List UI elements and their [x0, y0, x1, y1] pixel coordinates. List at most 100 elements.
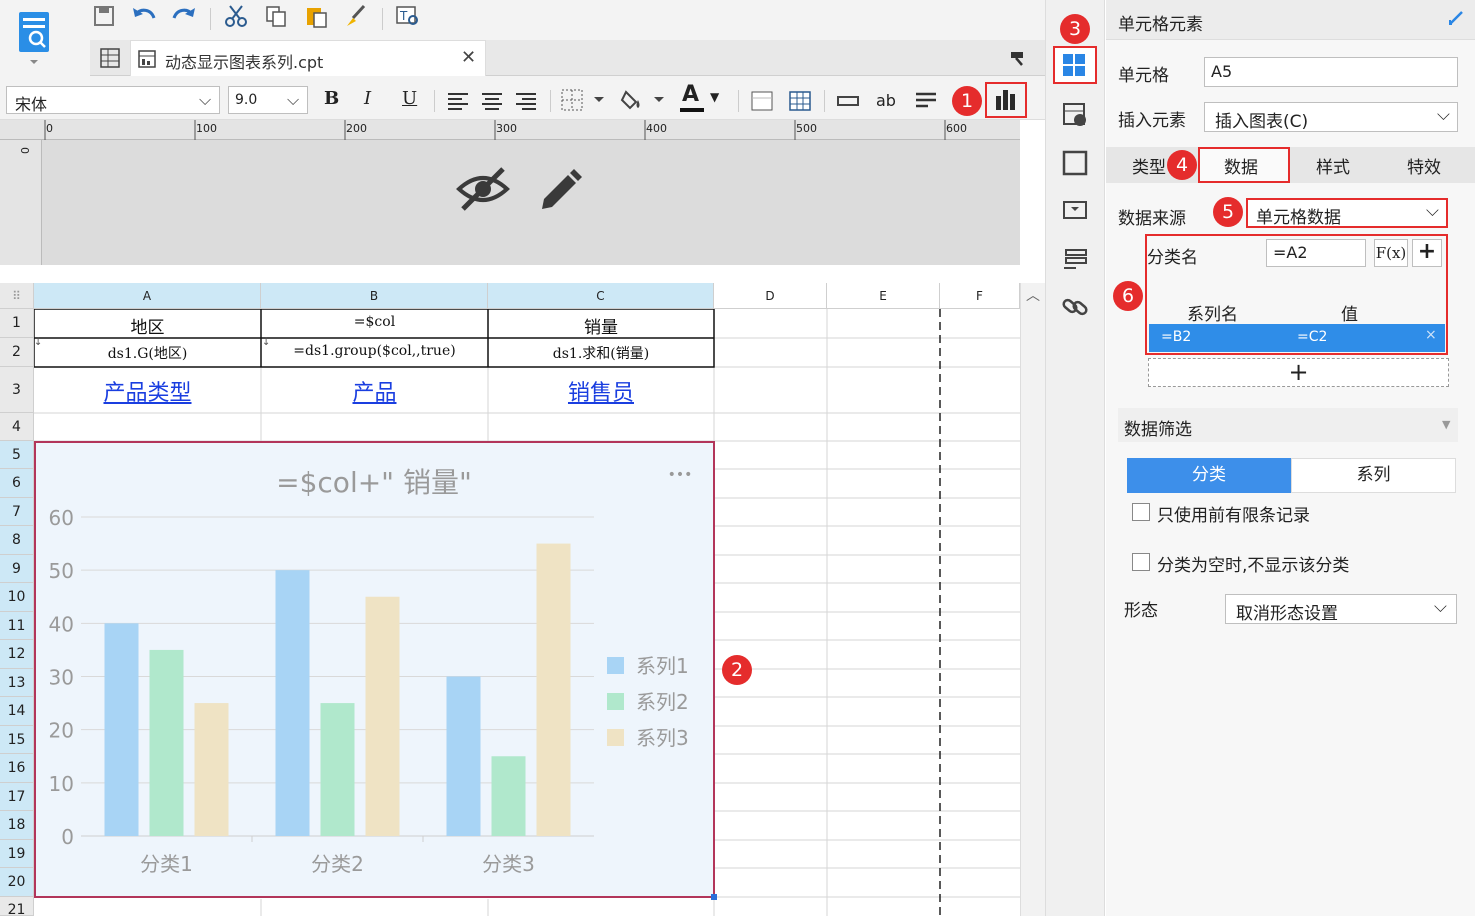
datasource-select[interactable]: 单元格数据 ⌵ — [1246, 198, 1448, 228]
bold-button[interactable]: B — [324, 88, 339, 109]
cell-a2[interactable]: ds1.G(地区) — [34, 343, 261, 363]
row-header[interactable]: 19 — [0, 840, 34, 868]
row-header[interactable]: 2 — [0, 338, 34, 367]
sheet-list-icon[interactable] — [98, 46, 124, 72]
row-header[interactable]: 20 — [0, 868, 34, 897]
textbox-icon[interactable] — [836, 92, 860, 110]
vertical-scrollbar[interactable]: ︿ — [1020, 283, 1045, 916]
category-input[interactable]: =A2 — [1266, 239, 1366, 267]
format-painter-icon[interactable] — [342, 4, 370, 32]
tab-type[interactable]: 类型 — [1132, 153, 1166, 178]
column-header-e[interactable]: E — [827, 283, 940, 309]
cut-icon[interactable] — [222, 4, 250, 32]
align-center-icon[interactable] — [480, 90, 506, 112]
column-header-f[interactable]: F — [940, 283, 1020, 309]
float-element-icon[interactable] — [1060, 148, 1090, 178]
condition-attributes-icon[interactable] — [1060, 244, 1090, 274]
cell-attributes-icon[interactable] — [1060, 100, 1090, 130]
cell-c1[interactable]: 销量 — [488, 313, 714, 338]
paste-icon[interactable] — [302, 4, 330, 32]
tab-data[interactable]: 数据 — [1198, 147, 1290, 183]
corner-select-all[interactable]: ⠿ — [0, 283, 34, 309]
row-header[interactable]: 6 — [0, 469, 34, 498]
copy-icon[interactable] — [262, 4, 290, 32]
cell-element-tab[interactable] — [1053, 46, 1097, 84]
row-header[interactable]: 17 — [0, 783, 34, 811]
redo-icon[interactable] — [170, 4, 198, 32]
form-select[interactable]: 取消形态设置 ⌵ — [1225, 594, 1457, 624]
column-header-a[interactable]: A — [34, 283, 261, 309]
row-header[interactable]: 14 — [0, 697, 34, 726]
table-icon[interactable] — [788, 90, 812, 112]
italic-button[interactable]: I — [364, 88, 371, 109]
border-icon[interactable] — [560, 88, 608, 112]
align-right-icon[interactable] — [514, 90, 540, 112]
underline-button[interactable]: U — [402, 88, 417, 109]
row-header[interactable]: 21 — [0, 897, 34, 918]
row-header[interactable]: 11 — [0, 612, 34, 640]
font-size-select[interactable]: 9.0 ⌵ — [228, 86, 308, 114]
row-header[interactable]: 13 — [0, 669, 34, 697]
hyperlink-product-type[interactable]: 产品类型 — [103, 381, 191, 406]
column-header-b[interactable]: B — [261, 283, 488, 309]
insert-chart-button[interactable] — [985, 82, 1027, 118]
hyperlink-product[interactable]: 产品 — [352, 381, 396, 406]
series-row-selected[interactable]: =B2 =C2 × — [1149, 324, 1445, 352]
row-header[interactable]: 3 — [0, 367, 34, 413]
limit-records-checkbox[interactable] — [1132, 503, 1150, 521]
bar-chart[interactable]: =$col+" 销量" ••• 0102030405060 分类1 分类2 分类3 … — [36, 443, 713, 896]
save-icon[interactable] — [90, 4, 118, 32]
column-header-c[interactable]: C — [488, 283, 714, 309]
row-header[interactable]: 1 — [0, 309, 34, 338]
tab-effects[interactable]: 特效 — [1407, 153, 1441, 178]
row-header[interactable]: 4 — [0, 413, 34, 441]
fill-color-icon[interactable] — [620, 86, 668, 114]
chart-resize-handle[interactable] — [711, 894, 717, 900]
cell-input[interactable]: A5 — [1204, 57, 1458, 87]
row-header[interactable]: 10 — [0, 583, 34, 612]
row-header[interactable]: 15 — [0, 726, 34, 754]
formula-button[interactable]: F(x) — [1374, 239, 1408, 267]
cell-b3-link[interactable]: 产品 — [261, 375, 488, 407]
insert-element-select[interactable]: 插入图表(C) ⌵ — [1204, 102, 1458, 132]
cell-b1[interactable]: =$col — [261, 314, 488, 330]
row-header[interactable]: 16 — [0, 754, 34, 783]
cell-c2[interactable]: ds1.求和(销量) — [488, 343, 714, 363]
hide-eye-icon[interactable] — [455, 165, 511, 213]
edit-pencil-icon[interactable] — [534, 165, 584, 215]
report-logo-icon[interactable] — [16, 8, 52, 64]
filter-tab-category[interactable]: 分类 — [1127, 458, 1291, 493]
text-search-icon[interactable]: T — [394, 4, 422, 32]
font-name-select[interactable]: 宋体 ⌵ — [6, 86, 220, 114]
scroll-up-icon[interactable]: ︿ — [1026, 285, 1040, 305]
column-header-d[interactable]: D — [714, 283, 827, 309]
undo-icon[interactable] — [130, 4, 158, 32]
font-color-button[interactable]: A ▼ — [680, 82, 728, 114]
merge-cells-icon[interactable] — [750, 90, 774, 112]
file-tab[interactable]: 动态显示图表系列.cpt ✕ — [130, 40, 486, 76]
ab-text-button[interactable]: ab — [876, 91, 896, 110]
row-header[interactable]: 18 — [0, 811, 34, 840]
row-header[interactable]: 8 — [0, 526, 34, 555]
hyperlink-salesperson[interactable]: 销售员 — [568, 381, 634, 406]
hide-empty-checkbox[interactable] — [1132, 553, 1150, 571]
row-header[interactable]: 7 — [0, 498, 34, 526]
filter-tab-series[interactable]: 系列 — [1291, 458, 1456, 493]
cell-a3-link[interactable]: 产品类型 — [34, 375, 261, 407]
add-category-button[interactable]: + — [1412, 239, 1442, 267]
row-header[interactable]: 9 — [0, 555, 34, 583]
close-tab-icon[interactable]: ✕ — [461, 47, 476, 68]
add-series-button[interactable]: + — [1148, 358, 1449, 387]
align-left-icon[interactable] — [446, 90, 472, 112]
wrap-text-icon[interactable] — [914, 90, 938, 112]
tab-style[interactable]: 样式 — [1316, 153, 1350, 178]
row-header[interactable]: 12 — [0, 640, 34, 669]
row-header[interactable]: 5 — [0, 441, 34, 469]
cell-c3-link[interactable]: 销售员 — [488, 375, 714, 407]
pin-icon[interactable] — [1008, 48, 1030, 70]
hyperlink-icon[interactable] — [1060, 292, 1090, 322]
collapse-arrow-icon[interactable] — [1446, 8, 1466, 28]
remove-series-icon[interactable]: × — [1425, 327, 1437, 343]
widget-settings-icon[interactable] — [1060, 196, 1090, 226]
cell-a1[interactable]: 地区 — [34, 313, 261, 338]
